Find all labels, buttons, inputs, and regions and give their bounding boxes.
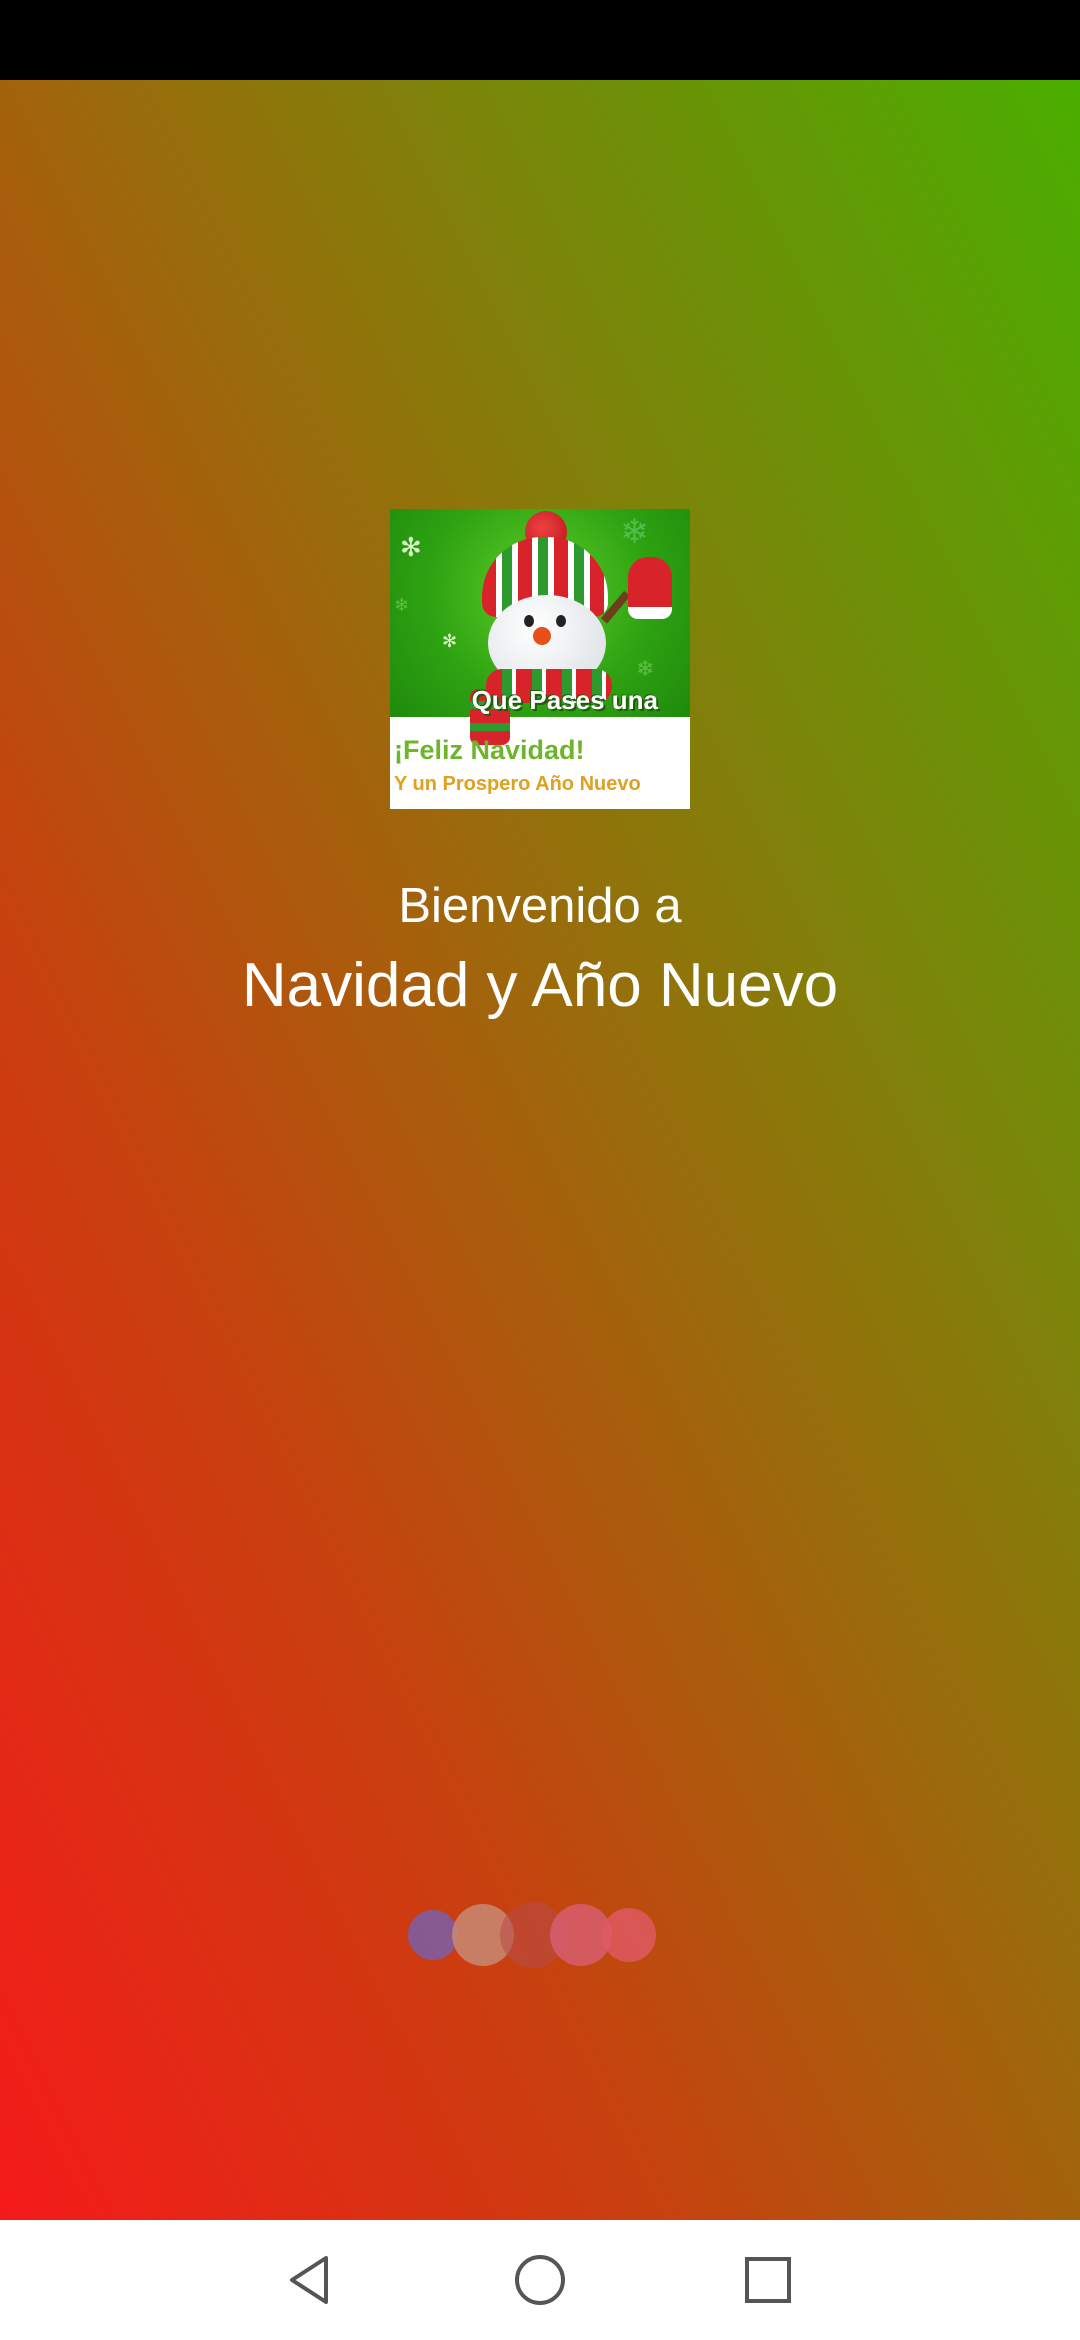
home-icon <box>515 2255 565 2305</box>
snowflake-icon: ✻ <box>442 631 458 652</box>
snowman-mitten <box>628 557 672 619</box>
back-button[interactable] <box>250 2220 370 2340</box>
loader-dot <box>602 1908 656 1962</box>
snowflake-icon: ❄ <box>394 595 410 616</box>
snowman-eye <box>524 615 534 627</box>
snowman-eye <box>556 615 566 627</box>
snowflake-icon: ✻ <box>400 533 422 563</box>
recents-icon <box>745 2257 791 2303</box>
welcome-text: Bienvenido a <box>398 879 682 933</box>
logo-text-line2: ¡Feliz Navidad! <box>394 735 585 765</box>
navigation-bar <box>0 2220 1080 2340</box>
snowman-nose <box>533 627 551 645</box>
logo-text-line3: Y un Prospero Año Nuevo <box>394 773 641 795</box>
loading-indicator <box>400 1900 670 1970</box>
recents-button[interactable] <box>708 2220 828 2340</box>
app-logo: ✻ ✻ ❄ ❄ ❄ Que Pases una ¡Feliz Navidad! … <box>390 509 690 809</box>
status-bar <box>0 0 1080 80</box>
home-button[interactable] <box>480 2220 600 2340</box>
splash-screen: ✻ ✻ ❄ ❄ ❄ Que Pases una ¡Feliz Navidad! … <box>0 80 1080 2220</box>
back-icon <box>290 2256 328 2304</box>
snowflake-icon: ❄ <box>636 657 655 682</box>
logo-text-line1: Que Pases una <box>471 685 658 715</box>
loader-dot <box>408 1910 458 1960</box>
snowflake-icon: ❄ <box>620 512 649 552</box>
app-title: Navidad y Año Nuevo <box>241 951 839 1020</box>
